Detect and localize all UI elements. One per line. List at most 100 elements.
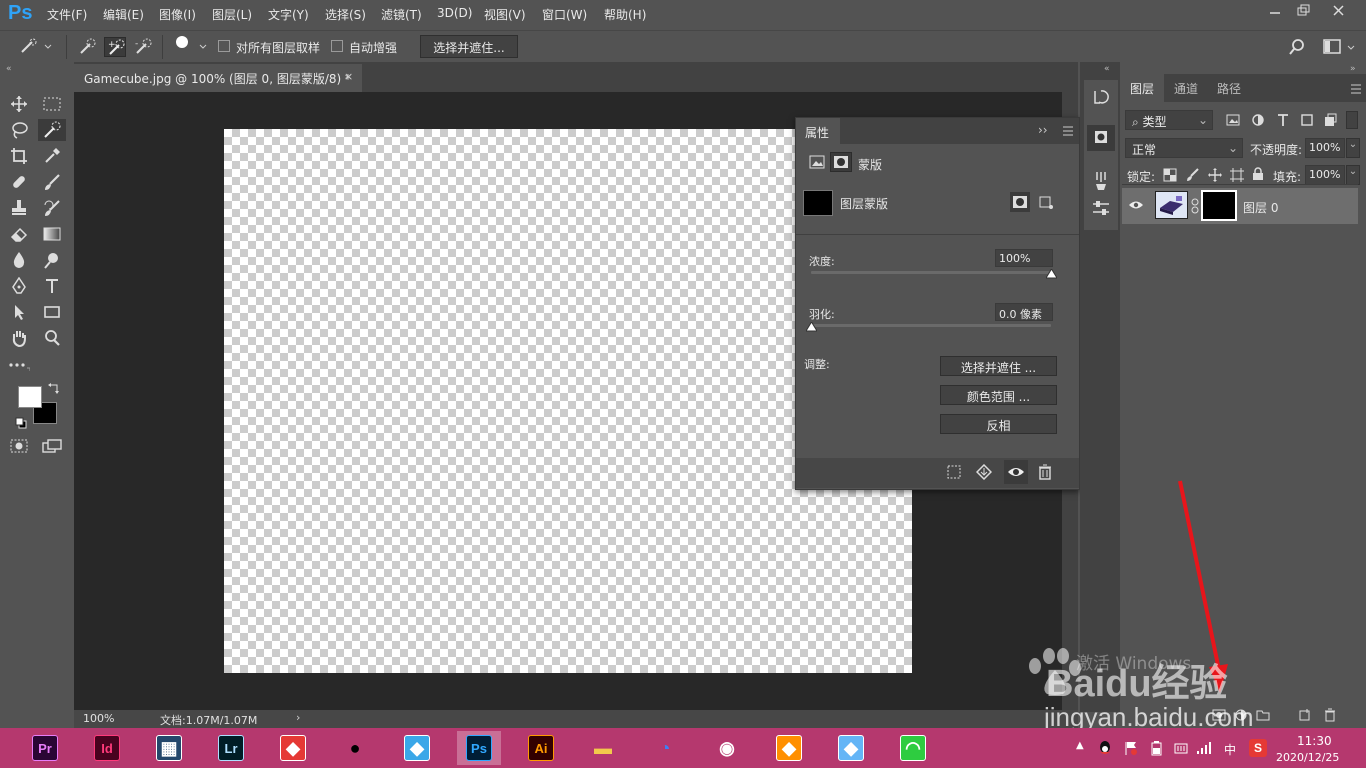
quick-select-preset-icon[interactable] (18, 37, 52, 57)
feather-input[interactable]: 0.0 像素 (995, 303, 1053, 321)
layer-row[interactable]: 图层 0 (1122, 188, 1358, 224)
pen-tool-icon[interactable] (7, 275, 31, 297)
feather-slider-thumb[interactable] (805, 322, 817, 332)
toggle-mask-visibility-icon[interactable] (1004, 460, 1028, 484)
flag-tray-icon[interactable] (1123, 740, 1139, 756)
foreground-color-swatch[interactable] (18, 386, 42, 408)
select-and-mask-button[interactable]: 选择并遮住... (420, 35, 518, 58)
taskbar-app-9[interactable]: ▬ (581, 731, 625, 765)
gradient-tool-icon[interactable] (40, 223, 64, 245)
properties-tab[interactable]: 属性 (796, 118, 840, 144)
close-button[interactable] (1327, 2, 1351, 20)
taskbar-app-14[interactable]: ◠ (891, 731, 935, 765)
select-and-mask-panel-button[interactable]: 选择并遮住 ... (940, 356, 1057, 376)
pixel-mask-icon[interactable] (809, 155, 825, 169)
density-input[interactable]: 100% (995, 249, 1053, 267)
opacity-input[interactable]: 100% (1305, 138, 1345, 158)
clock-date[interactable]: 2020/12/25 (1276, 751, 1339, 764)
minimize-button[interactable] (1263, 2, 1287, 20)
taskbar-app-5[interactable]: ● (333, 731, 377, 765)
color-range-button[interactable]: 颜色范围 ... (940, 385, 1057, 405)
ime-indicator[interactable]: 中 (1224, 741, 1236, 758)
auto-enhance-checkbox[interactable] (331, 40, 343, 52)
hand-tool-icon[interactable] (7, 327, 31, 349)
taskbar-app-4[interactable]: ◆ (271, 731, 315, 765)
taskbar-app-7[interactable]: Ps (457, 731, 501, 765)
lock-pixels-icon[interactable] (1186, 168, 1200, 182)
collapse-toolbar-icon[interactable]: « (6, 64, 12, 74)
layer-filter-select[interactable]: ⌕ 类型 ⌄ (1125, 110, 1213, 130)
new-layer-icon[interactable] (1298, 708, 1312, 722)
filter-pixel-icon[interactable] (1226, 113, 1240, 127)
sample-all-layers-checkbox[interactable] (218, 40, 230, 52)
eraser-tool-icon[interactable] (7, 223, 31, 245)
workspace-icon[interactable] (1322, 37, 1358, 57)
menu-image[interactable]: 图像(I) (159, 6, 196, 23)
filter-toggle[interactable] (1346, 111, 1358, 129)
battery-tray-icon[interactable] (1148, 740, 1164, 756)
menu-3d[interactable]: 3D(D) (437, 6, 472, 20)
subtract-selection-icon[interactable]: - (132, 37, 154, 57)
menu-window[interactable]: 窗口(W) (542, 6, 587, 23)
delete-layer-icon[interactable] (1324, 708, 1336, 722)
move-tool-icon[interactable] (7, 93, 31, 115)
layer-name[interactable]: 图层 0 (1243, 199, 1278, 216)
quick-mask-icon[interactable] (7, 435, 31, 457)
usb-tray-icon[interactable] (1173, 740, 1189, 756)
filter-shape-icon[interactable] (1300, 113, 1314, 127)
menu-view[interactable]: 视图(V) (484, 6, 526, 23)
history-panel-icon[interactable] (1091, 87, 1111, 107)
delete-mask-icon[interactable] (1038, 464, 1052, 480)
layer-mask-thumbnail[interactable] (1201, 190, 1237, 221)
taskbar-app-2[interactable]: ▦ (147, 731, 191, 765)
dodge-tool-icon[interactable] (40, 249, 64, 271)
brush-size-picker[interactable] (174, 34, 210, 60)
taskbar-app-1[interactable]: Id (85, 731, 129, 765)
blur-tool-icon[interactable] (7, 249, 31, 271)
feather-slider[interactable] (811, 324, 1051, 327)
filter-type-icon[interactable] (1276, 113, 1290, 127)
document-tab[interactable]: Gamecube.jpg @ 100% (图层 0, 图层蒙版/8) * (74, 64, 362, 92)
tab-layers[interactable]: 图层 (1130, 80, 1154, 97)
collapse-dock-icon[interactable]: « (1104, 64, 1110, 74)
more-tools-icon[interactable] (7, 353, 31, 375)
taskbar-app-6[interactable]: ◆ (395, 731, 439, 765)
lock-position-icon[interactable] (1208, 168, 1222, 182)
tab-paths[interactable]: 路径 (1217, 80, 1241, 97)
default-colors-icon[interactable] (15, 417, 27, 429)
taskbar-app-11[interactable]: ◉ (705, 731, 749, 765)
properties-panel-icon[interactable] (1087, 125, 1115, 151)
filter-adjustment-icon[interactable] (1251, 113, 1265, 127)
layer-visibility-eye-icon[interactable] (1128, 199, 1144, 211)
lock-all-icon[interactable] (1252, 167, 1264, 181)
panel-menu-icon[interactable] (1062, 126, 1074, 136)
select-layer-mask-icon[interactable] (1010, 192, 1030, 212)
menu-file[interactable]: 文件(F) (47, 6, 87, 23)
status-menu-arrow-icon[interactable]: › (296, 711, 300, 724)
history-brush-tool-icon[interactable] (40, 197, 64, 219)
menu-filter[interactable]: 滤镜(T) (381, 6, 422, 23)
taskbar-app-0[interactable]: Pr (23, 731, 67, 765)
rectangle-tool-icon[interactable] (40, 301, 64, 323)
zoom-tool-icon[interactable] (40, 327, 64, 349)
collapse-layers-icon[interactable]: » (1350, 64, 1356, 74)
menu-select[interactable]: 选择(S) (325, 6, 366, 23)
menu-type[interactable]: 文字(Y) (268, 6, 309, 23)
clone-stamp-tool-icon[interactable] (7, 197, 31, 219)
screen-mode-icon[interactable] (40, 435, 64, 457)
fill-input[interactable]: 100% (1305, 165, 1345, 185)
density-slider-thumb[interactable] (1045, 269, 1057, 279)
quick-selection-tool-icon[interactable] (38, 119, 66, 141)
layer-mask-type-icon[interactable] (830, 152, 852, 172)
path-selection-tool-icon[interactable] (7, 301, 31, 323)
invert-button[interactable]: 反相 (940, 414, 1057, 434)
load-selection-icon[interactable] (947, 465, 961, 479)
new-group-icon[interactable] (1256, 708, 1270, 722)
taskbar-app-3[interactable]: Lr (209, 731, 253, 765)
search-icon[interactable] (1288, 37, 1310, 57)
taskbar-app-10[interactable]: ◔ (643, 731, 687, 765)
brush-tool-icon[interactable] (40, 171, 64, 193)
brush-settings-icon[interactable] (1091, 170, 1111, 192)
type-tool-icon[interactable] (40, 275, 64, 297)
zoom-level[interactable]: 100% (83, 712, 114, 725)
